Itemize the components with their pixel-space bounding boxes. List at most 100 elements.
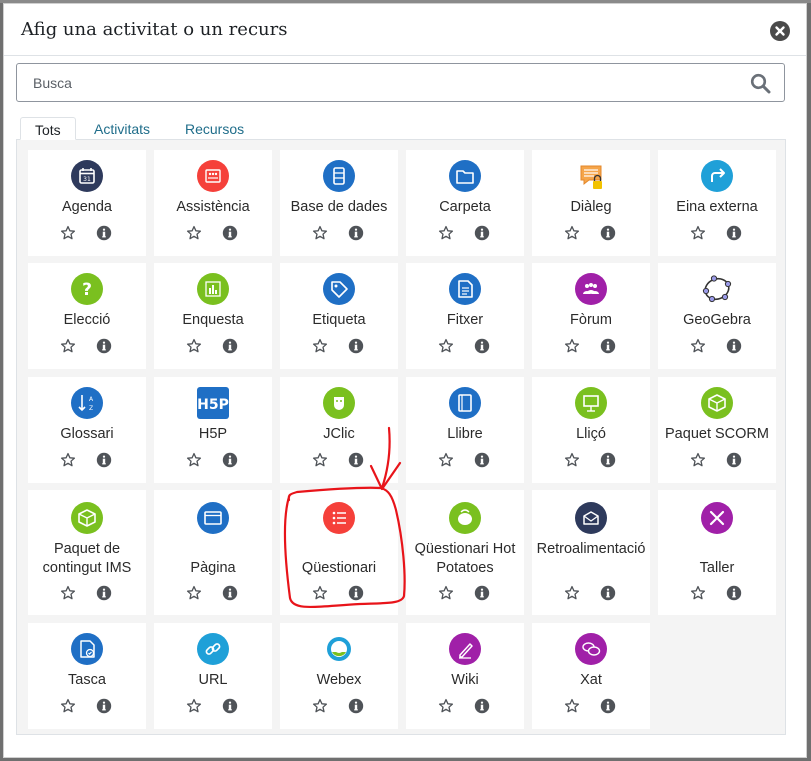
activity-workshop[interactable]: Taller [658,490,776,615]
svg-text:Z: Z [89,405,93,412]
info-button[interactable] [726,338,742,354]
info-button[interactable] [726,585,742,601]
activity-scorm[interactable]: Paquet SCORM [658,377,776,483]
star-button[interactable] [60,338,76,354]
activity-survey[interactable]: Enquesta [154,263,272,369]
activity-label[interactable]: Etiqueta [280,263,398,369]
star-button[interactable] [690,452,706,468]
info-button[interactable] [600,338,616,354]
info-button[interactable] [222,452,238,468]
star-button[interactable] [564,698,580,714]
info-button[interactable] [600,452,616,468]
info-button[interactable] [96,225,112,241]
activity-geogebra[interactable]: GeoGebra [658,263,776,369]
glossary-icon: AZ [71,387,103,419]
info-button[interactable] [348,452,364,468]
activity-h5p[interactable]: H5P H5P [154,377,272,483]
info-button[interactable] [222,338,238,354]
info-button[interactable] [348,225,364,241]
star-button[interactable] [312,698,328,714]
star-button[interactable] [438,698,454,714]
info-button[interactable] [96,452,112,468]
star-button[interactable] [312,338,328,354]
activity-hotpotatoes[interactable]: Qüestionari Hot Potatoes [406,490,524,615]
star-button[interactable] [186,338,202,354]
tab-resources[interactable]: Recursos [171,117,258,140]
activity-choice[interactable]: ? Elecció [28,263,146,369]
info-button[interactable] [348,338,364,354]
info-button[interactable] [222,698,238,714]
survey-icon [197,273,229,305]
info-button[interactable] [474,452,490,468]
info-button[interactable] [96,585,112,601]
star-button[interactable] [186,452,202,468]
star-button[interactable] [438,338,454,354]
star-button[interactable] [438,225,454,241]
activity-lesson[interactable]: Lliçó [532,377,650,483]
activity-attendance[interactable]: Assistència [154,150,272,256]
info-button[interactable] [600,698,616,714]
star-button[interactable] [438,585,454,601]
info-icon [600,698,616,714]
star-button[interactable] [690,585,706,601]
star-button[interactable] [690,225,706,241]
activity-webex[interactable]: Webex [280,623,398,729]
info-button[interactable] [474,698,490,714]
activity-chat[interactable]: Xat [532,623,650,729]
star-button[interactable] [186,585,202,601]
star-button[interactable] [60,225,76,241]
activity-ims-package[interactable]: Paquet de contingut IMS [28,490,146,615]
info-button[interactable] [726,225,742,241]
info-button[interactable] [348,585,364,601]
star-button[interactable] [186,225,202,241]
activity-book[interactable]: Llibre [406,377,524,483]
info-button[interactable] [96,338,112,354]
star-button[interactable] [690,338,706,354]
info-button[interactable] [96,698,112,714]
activity-dialogue[interactable]: Diàleg [532,150,650,256]
activity-assignment[interactable]: Tasca [28,623,146,729]
activity-url[interactable]: URL [154,623,272,729]
activity-calendar[interactable]: 31 Agenda [28,150,146,256]
info-icon [474,452,490,468]
star-button[interactable] [564,585,580,601]
star-button[interactable] [564,338,580,354]
activity-quiz[interactable]: Qüestionari [280,490,398,615]
info-button[interactable] [600,225,616,241]
star-button[interactable] [60,585,76,601]
info-button[interactable] [474,338,490,354]
info-button[interactable] [474,225,490,241]
star-button[interactable] [60,698,76,714]
star-button[interactable] [186,698,202,714]
star-button[interactable] [312,452,328,468]
activity-wiki[interactable]: Wiki [406,623,524,729]
star-button[interactable] [312,225,328,241]
info-button[interactable] [726,452,742,468]
info-button[interactable] [474,585,490,601]
star-button[interactable] [564,452,580,468]
activity-file[interactable]: Fitxer [406,263,524,369]
star-button[interactable] [564,225,580,241]
info-button[interactable] [222,585,238,601]
activity-database[interactable]: Base de dades [280,150,398,256]
search-icon[interactable] [750,73,771,94]
info-button[interactable] [348,698,364,714]
activity-jclic[interactable]: JClic [280,377,398,483]
activity-forum[interactable]: Fòrum [532,263,650,369]
star-button[interactable] [438,452,454,468]
tab-all[interactable]: Tots [20,117,76,140]
star-button[interactable] [312,585,328,601]
star-icon [438,338,454,353]
search-input[interactable] [17,64,737,101]
activity-folder[interactable]: Carpeta [406,150,524,256]
close-button[interactable] [770,21,790,41]
info-button[interactable] [600,585,616,601]
activity-feedback[interactable]: Retroalimentació [532,490,650,615]
info-button[interactable] [222,225,238,241]
activity-external-tool[interactable]: Eina externa [658,150,776,256]
star-button[interactable] [60,452,76,468]
activity-glossary[interactable]: A Z Glossari [28,377,146,483]
tab-activities[interactable]: Activitats [80,117,164,140]
activity-label: Fitxer [446,312,484,328]
activity-page[interactable]: Pàgina [154,490,272,615]
